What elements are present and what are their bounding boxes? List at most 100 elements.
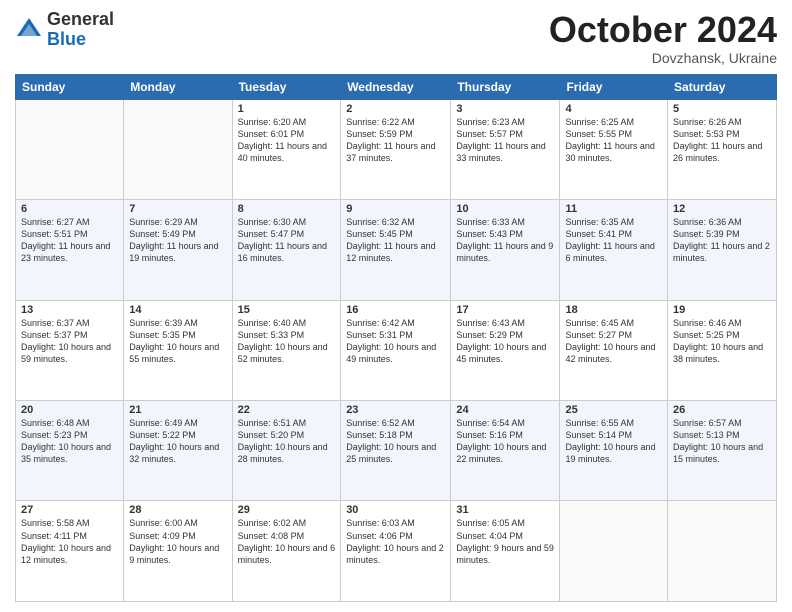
day-number: 11 [565,203,662,215]
day-info: Sunrise: 5:58 AM Sunset: 4:11 PM Dayligh… [21,517,118,566]
calendar-cell: 3Sunrise: 6:23 AM Sunset: 5:57 PM Daylig… [451,99,560,199]
calendar-cell [668,501,777,602]
calendar-table: SundayMondayTuesdayWednesdayThursdayFrid… [15,74,777,602]
title-block: October 2024 Dovzhansk, Ukraine [549,10,777,66]
day-info: Sunrise: 6:36 AM Sunset: 5:39 PM Dayligh… [673,216,771,265]
calendar-cell [16,99,124,199]
month-title: October 2024 [549,10,777,50]
day-info: Sunrise: 6:32 AM Sunset: 5:45 PM Dayligh… [346,216,445,265]
calendar-header-thursday: Thursday [451,74,560,99]
day-info: Sunrise: 6:39 AM Sunset: 5:35 PM Dayligh… [129,317,226,366]
calendar-cell: 4Sunrise: 6:25 AM Sunset: 5:55 PM Daylig… [560,99,668,199]
day-info: Sunrise: 6:35 AM Sunset: 5:41 PM Dayligh… [565,216,662,265]
calendar-cell: 7Sunrise: 6:29 AM Sunset: 5:49 PM Daylig… [124,200,232,300]
day-info: Sunrise: 6:45 AM Sunset: 5:27 PM Dayligh… [565,317,662,366]
calendar-cell: 30Sunrise: 6:03 AM Sunset: 4:06 PM Dayli… [341,501,451,602]
day-number: 26 [673,404,771,416]
day-info: Sunrise: 6:40 AM Sunset: 5:33 PM Dayligh… [238,317,336,366]
day-info: Sunrise: 6:22 AM Sunset: 5:59 PM Dayligh… [346,116,445,165]
calendar-cell: 6Sunrise: 6:27 AM Sunset: 5:51 PM Daylig… [16,200,124,300]
calendar-week-4: 20Sunrise: 6:48 AM Sunset: 5:23 PM Dayli… [16,401,777,501]
day-number: 1 [238,103,336,115]
day-number: 24 [456,404,554,416]
calendar-cell: 19Sunrise: 6:46 AM Sunset: 5:25 PM Dayli… [668,300,777,400]
calendar-cell: 12Sunrise: 6:36 AM Sunset: 5:39 PM Dayli… [668,200,777,300]
calendar-cell: 29Sunrise: 6:02 AM Sunset: 4:08 PM Dayli… [232,501,341,602]
day-number: 14 [129,304,226,316]
day-number: 21 [129,404,226,416]
day-number: 3 [456,103,554,115]
day-info: Sunrise: 6:52 AM Sunset: 5:18 PM Dayligh… [346,417,445,466]
calendar-cell: 13Sunrise: 6:37 AM Sunset: 5:37 PM Dayli… [16,300,124,400]
day-number: 19 [673,304,771,316]
day-info: Sunrise: 6:23 AM Sunset: 5:57 PM Dayligh… [456,116,554,165]
calendar-week-5: 27Sunrise: 5:58 AM Sunset: 4:11 PM Dayli… [16,501,777,602]
calendar-header-friday: Friday [560,74,668,99]
day-number: 4 [565,103,662,115]
day-info: Sunrise: 6:42 AM Sunset: 5:31 PM Dayligh… [346,317,445,366]
logo: General Blue [15,10,114,50]
day-info: Sunrise: 6:46 AM Sunset: 5:25 PM Dayligh… [673,317,771,366]
calendar-header-saturday: Saturday [668,74,777,99]
day-info: Sunrise: 6:26 AM Sunset: 5:53 PM Dayligh… [673,116,771,165]
calendar-cell: 22Sunrise: 6:51 AM Sunset: 5:20 PM Dayli… [232,401,341,501]
day-info: Sunrise: 6:02 AM Sunset: 4:08 PM Dayligh… [238,517,336,566]
day-info: Sunrise: 6:51 AM Sunset: 5:20 PM Dayligh… [238,417,336,466]
day-number: 29 [238,504,336,516]
day-number: 7 [129,203,226,215]
calendar-week-2: 6Sunrise: 6:27 AM Sunset: 5:51 PM Daylig… [16,200,777,300]
day-number: 25 [565,404,662,416]
logo-icon [15,16,43,44]
calendar-week-3: 13Sunrise: 6:37 AM Sunset: 5:37 PM Dayli… [16,300,777,400]
day-number: 28 [129,504,226,516]
header: General Blue October 2024 Dovzhansk, Ukr… [15,10,777,66]
day-info: Sunrise: 6:00 AM Sunset: 4:09 PM Dayligh… [129,517,226,566]
day-info: Sunrise: 6:49 AM Sunset: 5:22 PM Dayligh… [129,417,226,466]
day-info: Sunrise: 6:05 AM Sunset: 4:04 PM Dayligh… [456,517,554,566]
calendar-cell: 21Sunrise: 6:49 AM Sunset: 5:22 PM Dayli… [124,401,232,501]
calendar-header-monday: Monday [124,74,232,99]
day-info: Sunrise: 6:29 AM Sunset: 5:49 PM Dayligh… [129,216,226,265]
day-number: 23 [346,404,445,416]
location: Dovzhansk, Ukraine [549,50,777,66]
calendar-cell: 16Sunrise: 6:42 AM Sunset: 5:31 PM Dayli… [341,300,451,400]
calendar-cell: 23Sunrise: 6:52 AM Sunset: 5:18 PM Dayli… [341,401,451,501]
calendar-cell: 11Sunrise: 6:35 AM Sunset: 5:41 PM Dayli… [560,200,668,300]
day-number: 13 [21,304,118,316]
calendar-header-sunday: Sunday [16,74,124,99]
calendar-cell: 24Sunrise: 6:54 AM Sunset: 5:16 PM Dayli… [451,401,560,501]
calendar-cell [124,99,232,199]
day-info: Sunrise: 6:30 AM Sunset: 5:47 PM Dayligh… [238,216,336,265]
day-number: 10 [456,203,554,215]
calendar-cell [560,501,668,602]
day-number: 5 [673,103,771,115]
day-number: 15 [238,304,336,316]
day-number: 20 [21,404,118,416]
calendar-header-tuesday: Tuesday [232,74,341,99]
day-info: Sunrise: 6:43 AM Sunset: 5:29 PM Dayligh… [456,317,554,366]
calendar-cell: 17Sunrise: 6:43 AM Sunset: 5:29 PM Dayli… [451,300,560,400]
day-number: 22 [238,404,336,416]
day-number: 31 [456,504,554,516]
day-number: 16 [346,304,445,316]
day-number: 12 [673,203,771,215]
logo-blue: Blue [47,30,114,50]
day-info: Sunrise: 6:37 AM Sunset: 5:37 PM Dayligh… [21,317,118,366]
day-info: Sunrise: 6:55 AM Sunset: 5:14 PM Dayligh… [565,417,662,466]
calendar-cell: 2Sunrise: 6:22 AM Sunset: 5:59 PM Daylig… [341,99,451,199]
day-info: Sunrise: 6:27 AM Sunset: 5:51 PM Dayligh… [21,216,118,265]
calendar-cell: 20Sunrise: 6:48 AM Sunset: 5:23 PM Dayli… [16,401,124,501]
calendar-cell: 15Sunrise: 6:40 AM Sunset: 5:33 PM Dayli… [232,300,341,400]
calendar-header-wednesday: Wednesday [341,74,451,99]
day-info: Sunrise: 6:20 AM Sunset: 6:01 PM Dayligh… [238,116,336,165]
day-number: 6 [21,203,118,215]
calendar-cell: 31Sunrise: 6:05 AM Sunset: 4:04 PM Dayli… [451,501,560,602]
calendar-cell: 14Sunrise: 6:39 AM Sunset: 5:35 PM Dayli… [124,300,232,400]
calendar-cell: 27Sunrise: 5:58 AM Sunset: 4:11 PM Dayli… [16,501,124,602]
calendar-cell: 18Sunrise: 6:45 AM Sunset: 5:27 PM Dayli… [560,300,668,400]
calendar-cell: 9Sunrise: 6:32 AM Sunset: 5:45 PM Daylig… [341,200,451,300]
day-number: 30 [346,504,445,516]
calendar-header-row: SundayMondayTuesdayWednesdayThursdayFrid… [16,74,777,99]
calendar-cell: 8Sunrise: 6:30 AM Sunset: 5:47 PM Daylig… [232,200,341,300]
day-number: 8 [238,203,336,215]
